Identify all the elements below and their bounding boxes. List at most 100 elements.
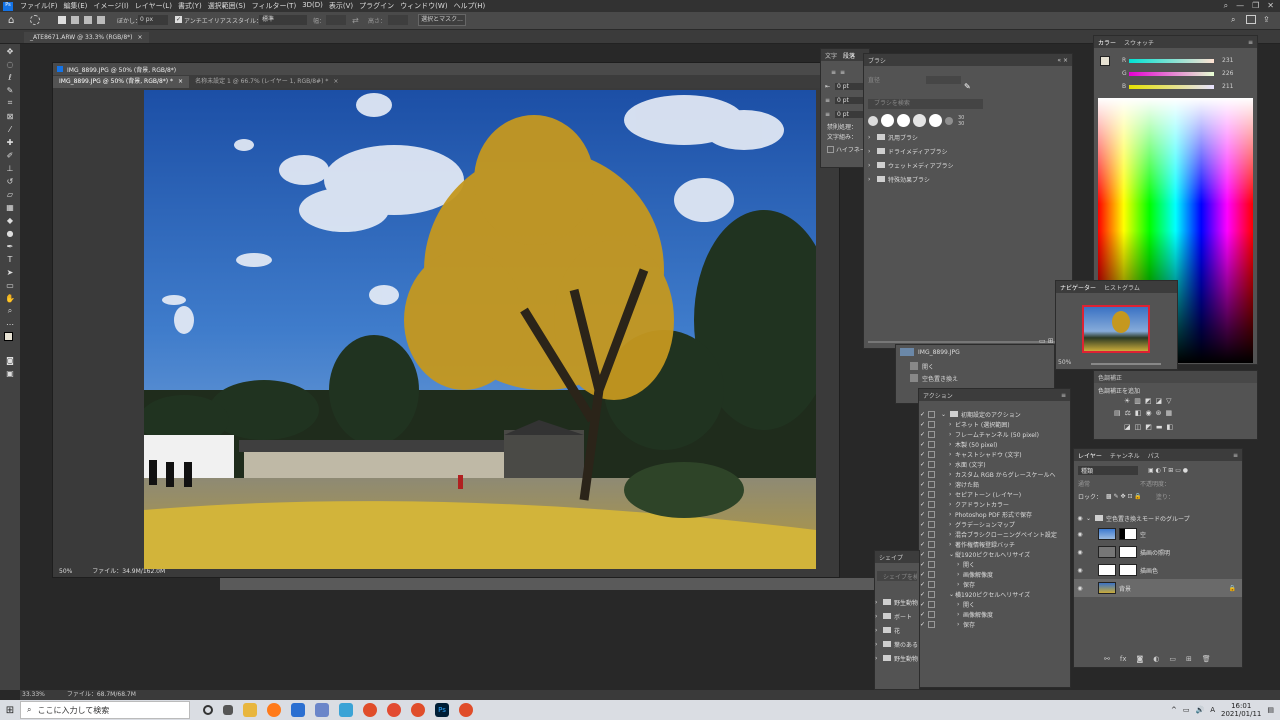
b-value[interactable]: 211 — [1222, 83, 1233, 90]
brightness-icon[interactable]: ☀ — [1124, 397, 1130, 405]
action-checkmark-icon[interactable]: ✓ — [919, 441, 926, 448]
hue-sat-icon[interactable]: ▤ — [1114, 409, 1121, 417]
action-checkmark-icon[interactable]: ✓ — [919, 501, 926, 508]
action-checkmark-icon[interactable]: ✓ — [919, 531, 926, 538]
g-value[interactable]: 226 — [1222, 70, 1233, 77]
r-slider[interactable] — [1129, 59, 1214, 63]
tab-adjustments[interactable]: 色調補正 — [1098, 373, 1122, 382]
tab-layers[interactable]: レイヤー — [1078, 453, 1102, 460]
foreground-color-swatch[interactable] — [4, 332, 13, 341]
menu-item[interactable]: 書式(Y) — [175, 1, 205, 11]
firefox-icon[interactable] — [267, 703, 281, 717]
move-tool-icon[interactable]: ✥ — [2, 45, 18, 57]
tab-histogram[interactable]: ヒストグラム — [1104, 283, 1140, 292]
visibility-eye-icon[interactable]: ◉ — [1074, 567, 1086, 574]
menu-item[interactable]: プラグイン — [356, 1, 397, 11]
action-item[interactable]: ✓ ⌄ 初期設定のアクション — [919, 409, 1070, 419]
selective-color-icon[interactable]: ▬ — [1156, 423, 1163, 431]
lock-icons[interactable]: ▩ ✎ ✥ ⊡ 🔒 — [1106, 493, 1142, 500]
action-checkmark-icon[interactable]: ✓ — [919, 611, 926, 618]
space-before-input[interactable]: 0 pt — [835, 96, 863, 104]
action-item[interactable]: ✓ › 画像解像度 — [919, 609, 1070, 619]
shape-group[interactable]: › 花 — [875, 623, 919, 637]
action-checkmark-icon[interactable]: ✓ — [919, 561, 926, 568]
shape-group[interactable]: › 葉のある — [875, 637, 919, 651]
action-checkmark-icon[interactable]: ✓ — [919, 411, 926, 418]
dialog-toggle-box[interactable] — [928, 600, 935, 608]
brush-size-input[interactable] — [926, 76, 961, 84]
exposure-icon[interactable]: ◪ — [1156, 397, 1163, 405]
tab-navigator[interactable]: ナビゲーター — [1060, 283, 1096, 292]
pen-tool-icon[interactable]: ✒ — [2, 240, 18, 252]
dialog-toggle-box[interactable] — [928, 440, 935, 448]
action-checkmark-icon[interactable]: ✓ — [919, 491, 926, 498]
ime-indicator[interactable]: A — [1210, 706, 1215, 714]
document-window-title[interactable]: IMG_8899.JPG @ 50% (背景, RGB/8*) — [53, 63, 839, 75]
tab-paths[interactable]: パス — [1148, 453, 1160, 460]
dialog-toggle-box[interactable] — [928, 500, 935, 508]
history-brush-icon[interactable]: ↺ — [2, 175, 18, 187]
menu-item[interactable]: 編集(E) — [61, 1, 91, 11]
more-tools-icon[interactable]: ⋯ — [2, 318, 18, 330]
visibility-eye-icon[interactable]: ◉ — [1074, 515, 1086, 522]
dialog-toggle-box[interactable] — [928, 570, 935, 578]
action-item[interactable]: ✓ › 溶けた鉛 — [919, 479, 1070, 489]
action-item[interactable]: ✓ ⌄ 横1920ピクセルへリサイズ — [919, 589, 1070, 599]
path-select-tool-icon[interactable]: ➤ — [2, 266, 18, 278]
brush-preset-icon[interactable] — [881, 114, 894, 127]
channel-mixer-icon[interactable]: ⊛ — [1156, 409, 1162, 417]
history-snapshot[interactable]: IMG_8899.JPG — [918, 349, 960, 356]
outer-zoom-level[interactable]: 33.33% — [22, 691, 45, 698]
visibility-eye-icon[interactable]: ◉ — [1074, 531, 1086, 538]
menu-item[interactable]: 表示(V) — [326, 1, 356, 11]
layer-mask-thumbnail[interactable] — [1119, 528, 1137, 540]
action-checkmark-icon[interactable]: ✓ — [919, 601, 926, 608]
action-item[interactable]: ✓ › クアドラントカラー — [919, 499, 1070, 509]
new-selection-icon[interactable] — [58, 16, 66, 24]
volume-icon[interactable]: 🔊 — [1196, 706, 1205, 714]
brush-size-slider[interactable] — [868, 341, 1058, 343]
action-checkmark-icon[interactable]: ✓ — [919, 581, 926, 588]
eyedropper-tool-icon[interactable]: ⁄ — [2, 123, 18, 135]
photo-filter-icon[interactable]: ◉ — [1146, 409, 1152, 417]
file-explorer-icon[interactable] — [243, 703, 257, 717]
blur-tool-icon[interactable]: ◆ — [2, 214, 18, 226]
action-item[interactable]: ✓ › ビネット (選択範囲) — [919, 419, 1070, 429]
dialog-toggle-box[interactable] — [928, 480, 935, 488]
posterize-icon[interactable]: ◫ — [1135, 423, 1142, 431]
invert-icon[interactable]: ◪ — [1124, 423, 1131, 431]
hyphen-checkbox[interactable] — [827, 145, 834, 153]
action-item[interactable]: ✓ ⌄ 縦1920ピクセルへリサイズ — [919, 549, 1070, 559]
brush-preset-icon[interactable] — [868, 115, 878, 126]
action-item[interactable]: ✓ › 木製 (50 pixel) — [919, 439, 1070, 449]
action-item[interactable]: ✓ › セピアトーン (レイヤー) — [919, 489, 1070, 499]
shape-group[interactable]: › 野生動物 — [875, 595, 919, 609]
notification-icon[interactable]: ▤ — [1267, 706, 1274, 714]
layer-row[interactable]: ◉ 背景 🔒 — [1074, 579, 1242, 597]
color-lookup-icon[interactable]: ▦ — [1166, 409, 1173, 417]
action-checkmark-icon[interactable]: ✓ — [919, 451, 926, 458]
quick-select-tool-icon[interactable]: ✎ — [2, 84, 18, 96]
panel-menu-icon[interactable]: ≡ — [1061, 392, 1066, 399]
clock[interactable]: 16:01 2021/01/11 — [1221, 702, 1261, 718]
app-icon[interactable] — [459, 703, 473, 717]
fx-icon[interactable]: fx — [1120, 655, 1127, 663]
height-input[interactable] — [388, 15, 408, 25]
app-icon[interactable] — [339, 703, 353, 717]
navigator-zoom[interactable]: 50% — [1058, 359, 1071, 366]
action-checkmark-icon[interactable]: ✓ — [919, 431, 926, 438]
color-balance-icon[interactable]: ⚖ — [1125, 409, 1131, 417]
layer-kind-filter[interactable]: 種類 — [1078, 465, 1138, 475]
levels-icon[interactable]: ▥ — [1134, 397, 1141, 405]
crop-tool-icon[interactable]: ⌗ — [2, 97, 18, 109]
align-left-icon[interactable]: ≡ — [831, 69, 836, 76]
menu-item[interactable]: ファイル(F) — [17, 1, 61, 11]
action-item[interactable]: ✓ › Photoshop PDF 形式で保存 — [919, 509, 1070, 519]
action-checkmark-icon[interactable]: ✓ — [919, 421, 926, 428]
close-tab-icon[interactable]: × — [333, 76, 338, 88]
action-item[interactable]: ✓ › 開く — [919, 559, 1070, 569]
tab-outer-document[interactable]: _ATE8671.ARW @ 33.3% (RGB/8*) × — [24, 32, 149, 43]
search-icon[interactable]: ⌕ — [1224, 1, 1228, 11]
dialog-toggle-box[interactable] — [928, 470, 935, 478]
blend-mode-select[interactable]: 通常 — [1078, 479, 1090, 488]
